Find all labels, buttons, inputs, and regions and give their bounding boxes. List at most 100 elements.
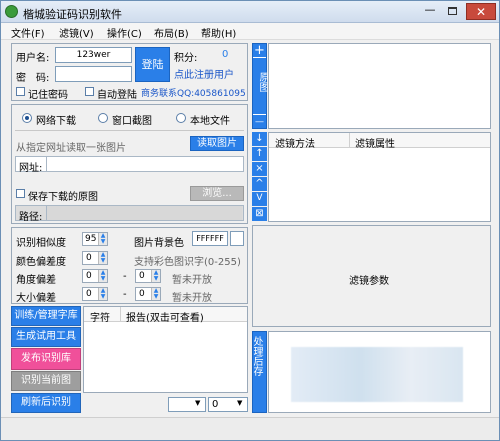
- bgcolor-swatch[interactable]: [230, 231, 244, 246]
- original-image-area[interactable]: [268, 43, 491, 129]
- process-save-bar[interactable]: 处理后存: [251, 331, 267, 413]
- char-table[interactable]: 字符 报告(双击可查看): [83, 306, 248, 393]
- bottom-number-combo[interactable]: 0 ▼: [208, 397, 248, 412]
- menu-layout[interactable]: 布局(B): [154, 25, 189, 40]
- generate-trial-button[interactable]: 生成试用工具: [11, 327, 81, 347]
- color-dev-value: 0: [86, 253, 92, 263]
- bottom-number-value: 0: [212, 399, 219, 410]
- password-label: 密 码:: [16, 73, 50, 84]
- radio-window-capture-label: 窗口截图: [112, 116, 152, 127]
- caret-up-icon[interactable]: ^: [252, 177, 267, 191]
- char-table-header: 字符 报告(双击可查看): [84, 307, 247, 324]
- color-dev-label: 颜色偏差度: [16, 257, 66, 268]
- read-image-button[interactable]: 读取图片: [190, 136, 244, 151]
- move-up-icon[interactable]: ↑: [252, 147, 267, 161]
- zoom-out-button[interactable]: —: [253, 114, 266, 128]
- color-hint: 支持彩色图识字(0-255): [134, 257, 241, 268]
- angle-note: 暂未开放: [172, 275, 212, 286]
- menu-operate[interactable]: 操作(C): [107, 25, 142, 40]
- angle-from-spinner[interactable]: 0 ▲ ▼: [82, 269, 108, 283]
- username-input[interactable]: 123wer: [55, 47, 132, 63]
- app-window: 楷城验证码识别软件 — ✕ 文件(F) 滤镜(V) 操作(C) 布局(B) 帮助…: [0, 0, 500, 441]
- remember-password-label: 记住密码: [28, 90, 68, 101]
- recognize-current-button[interactable]: 识别当前图: [11, 371, 81, 391]
- radio-window-capture[interactable]: [98, 113, 108, 123]
- menu-filter[interactable]: 滤镜(V): [59, 25, 94, 40]
- chevron-down-icon: ▼: [195, 399, 201, 407]
- angle-to-spinner[interactable]: 0 ▲ ▼: [135, 269, 161, 283]
- register-link[interactable]: 点此注册用户: [174, 66, 234, 81]
- filter-params-panel: 滤镜参数: [252, 225, 491, 327]
- angle-label: 角度偏差: [16, 275, 56, 286]
- source-panel: 网络下载 窗口截图 本地文件 从指定网址读取一张图片 读取图片 网址: 保存下载…: [11, 104, 248, 224]
- spinner-arrows-icon[interactable]: ▲ ▼: [98, 288, 107, 300]
- url-input[interactable]: [46, 157, 242, 171]
- filter-toolbar: ↓ ↑ × ^ V ⊠: [252, 132, 267, 222]
- login-button[interactable]: 登陆: [135, 47, 170, 82]
- caret-down-icon[interactable]: V: [252, 192, 267, 206]
- filter-params-label: 滤镜参数: [349, 276, 389, 287]
- spinner-arrows-icon[interactable]: ▲ ▼: [98, 252, 107, 264]
- url-label: 网址:: [19, 163, 43, 174]
- radio-net-download-label: 网络下载: [36, 116, 76, 127]
- delete-icon[interactable]: ×: [252, 162, 267, 176]
- menu-file[interactable]: 文件(F): [11, 25, 45, 40]
- close-button[interactable]: ✕: [466, 3, 496, 20]
- size-to-value: 0: [139, 289, 145, 299]
- path-input[interactable]: [46, 206, 242, 220]
- refresh-recognize-button[interactable]: 刷新后识别: [11, 393, 81, 413]
- spinner-arrows-icon[interactable]: ▲ ▼: [98, 233, 107, 245]
- publish-library-button[interactable]: 发布识别库: [11, 348, 81, 370]
- spinner-arrows-icon[interactable]: ▲ ▼: [151, 270, 160, 282]
- train-manage-button[interactable]: 训练/管理字库: [11, 306, 81, 326]
- status-bar: [1, 417, 499, 440]
- angle-from-value: 0: [86, 271, 92, 281]
- filter-list-header: 滤镜方法 滤镜属性: [269, 133, 490, 150]
- radio-local-file[interactable]: [176, 113, 186, 123]
- path-row: 路径:: [15, 205, 244, 223]
- path-label: 路径:: [19, 212, 43, 223]
- bottom-combo[interactable]: ▼: [168, 397, 206, 412]
- processed-image-area[interactable]: [268, 331, 491, 413]
- params-panel: 识别相似度 95 ▲ ▼ 图片背景色 FFFFFF 颜色偏差度 0 ▲ ▼ 支持彩色…: [11, 227, 248, 304]
- col-filter-props[interactable]: 滤镜属性: [355, 135, 395, 150]
- col-report-header[interactable]: 报告(双击可查看): [126, 309, 204, 324]
- size-label: 大小偏差: [16, 293, 56, 304]
- auto-login-checkbox[interactable]: [85, 87, 94, 96]
- minimize-button[interactable]: —: [419, 4, 441, 19]
- business-contact: 商务联系QQ:405861095: [141, 89, 246, 99]
- bgcolor-label: 图片背景色: [134, 238, 184, 249]
- radio-net-download[interactable]: [22, 113, 32, 123]
- spinner-arrows-icon[interactable]: ▲ ▼: [151, 288, 160, 300]
- size-from-spinner[interactable]: 0 ▲ ▼: [82, 287, 108, 301]
- remember-password-checkbox[interactable]: [16, 87, 25, 96]
- points-label: 积分:: [174, 53, 198, 64]
- color-dev-spinner[interactable]: 0 ▲ ▼: [82, 251, 108, 265]
- process-save-label: 处理后存: [251, 336, 262, 376]
- angle-dash: -: [123, 271, 127, 282]
- original-label: 原图: [253, 72, 268, 99]
- similarity-label: 识别相似度: [16, 238, 66, 249]
- similarity-spinner[interactable]: 95 ▲ ▼: [82, 232, 108, 246]
- col-filter-method[interactable]: 滤镜方法: [275, 135, 315, 150]
- bgcolor-input[interactable]: FFFFFF: [192, 231, 228, 246]
- radio-local-file-label: 本地文件: [190, 116, 230, 127]
- size-to-spinner[interactable]: 0 ▲ ▼: [135, 287, 161, 301]
- original-sidebar: + 原图 —: [252, 43, 268, 129]
- browse-button[interactable]: 浏览...: [190, 186, 244, 201]
- zoom-in-button[interactable]: +: [253, 44, 266, 58]
- spinner-arrows-icon[interactable]: ▲ ▼: [98, 270, 107, 282]
- filter-list[interactable]: 滤镜方法 滤镜属性: [268, 132, 491, 222]
- maximize-button[interactable]: [442, 4, 464, 19]
- move-down-icon[interactable]: ↓: [252, 132, 267, 146]
- col-char-header[interactable]: 字符: [90, 309, 110, 324]
- auto-login-label: 自动登陆: [97, 90, 137, 101]
- menu-help[interactable]: 帮助(H): [201, 25, 236, 40]
- angle-to-value: 0: [139, 271, 145, 281]
- save-original-checkbox[interactable]: [16, 189, 25, 198]
- size-from-value: 0: [86, 289, 92, 299]
- clear-icon[interactable]: ⊠: [252, 207, 267, 221]
- window-title: 楷城验证码识别软件: [23, 8, 122, 21]
- password-input[interactable]: [55, 66, 132, 82]
- size-note: 暂未开放: [172, 293, 212, 304]
